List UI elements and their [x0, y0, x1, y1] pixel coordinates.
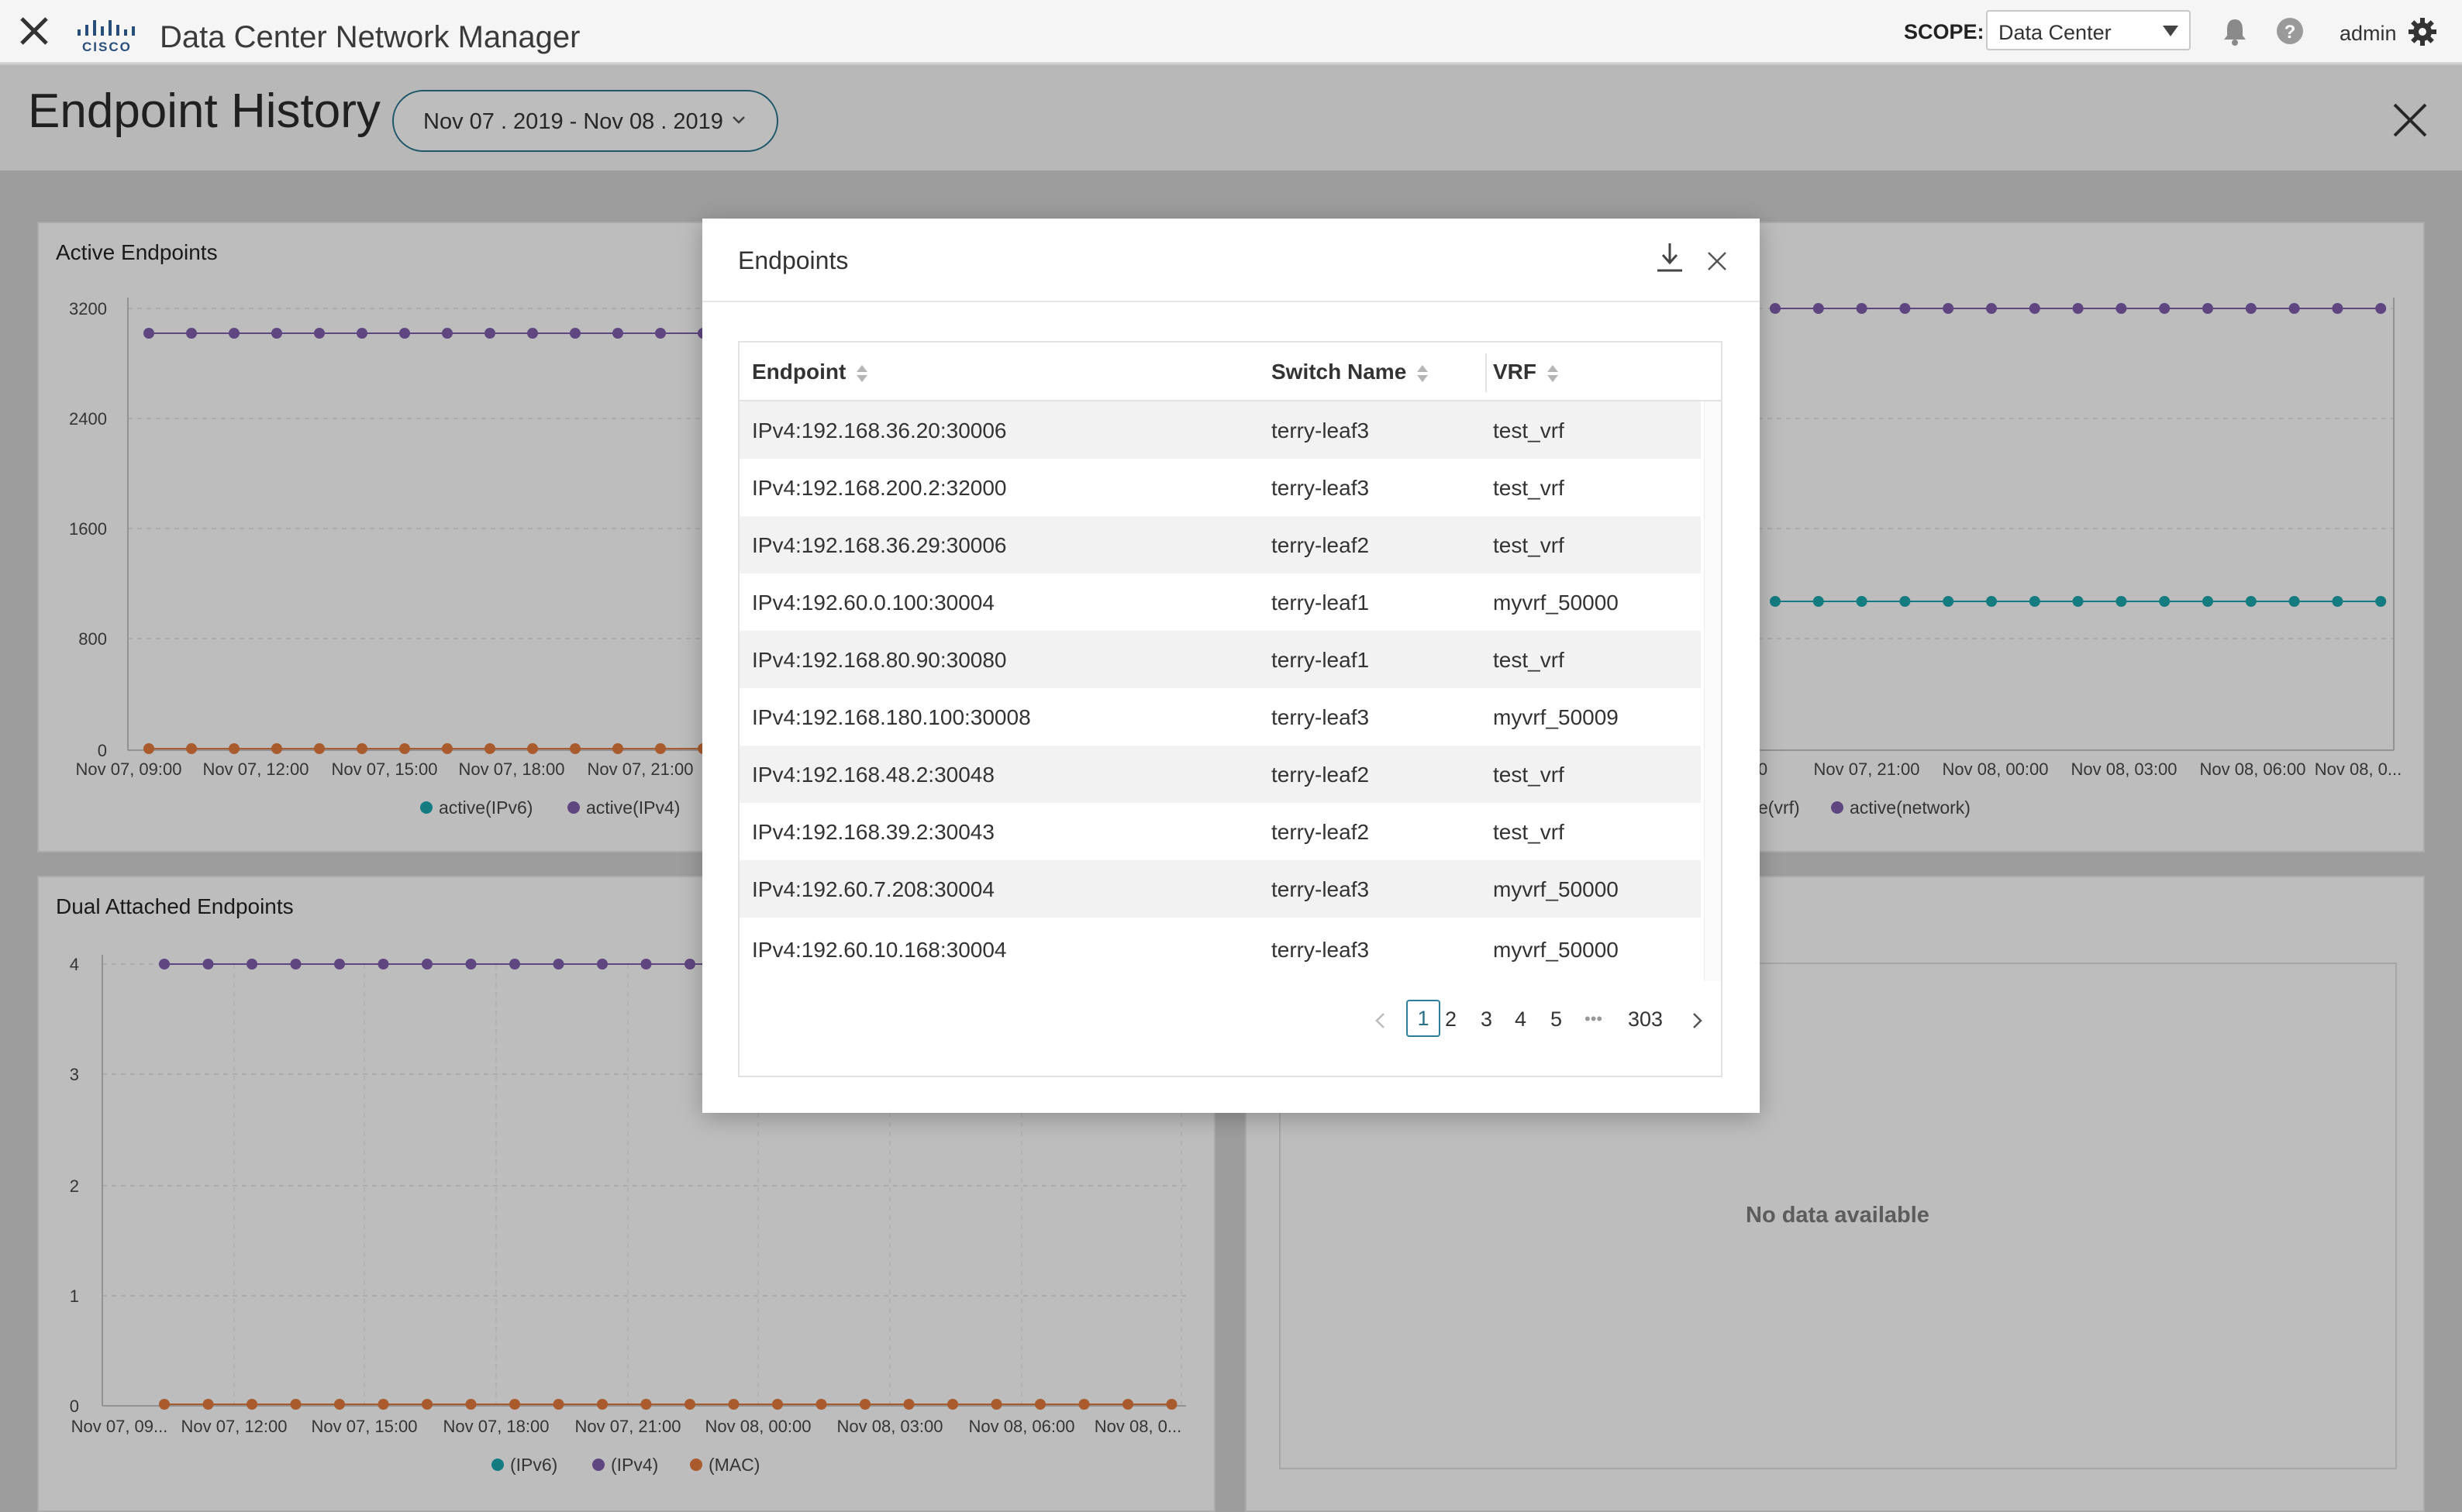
table-row[interactable]: IPv4:192.60.10.168:30004 terry-leaf3 myv… — [740, 918, 1701, 981]
column-label: VRF — [1493, 360, 1536, 384]
caret-down-icon — [2163, 26, 2178, 36]
cell-endpoint: IPv4:192.168.39.2:30043 — [752, 820, 995, 844]
column-label: Switch Name — [1271, 360, 1407, 384]
page-button-current[interactable]: 1 — [1406, 1000, 1440, 1037]
cell-vrf: test_vrf — [1493, 763, 1564, 787]
close-icon[interactable] — [1707, 251, 1727, 271]
gear-icon[interactable] — [2408, 17, 2437, 46]
table-row[interactable]: IPv4:192.60.7.208:30004 terry-leaf3 myvr… — [740, 860, 1701, 918]
column-header-vrf[interactable]: VRF — [1493, 360, 1558, 384]
pagination: 1 2 3 4 5 ••• 303 — [740, 1000, 1721, 1046]
cell-switch-name: terry-leaf3 — [1271, 476, 1370, 500]
table-row[interactable]: IPv4:192.168.36.20:30006 terry-leaf3 tes… — [740, 401, 1701, 459]
scope-label: SCOPE: — [1904, 20, 1984, 43]
sort-icon[interactable] — [1417, 363, 1429, 384]
svg-text:CISCO: CISCO — [82, 40, 132, 54]
table-row[interactable]: IPv4:192.168.80.90:30080 terry-leaf1 tes… — [740, 631, 1701, 688]
cell-switch-name: terry-leaf2 — [1271, 763, 1370, 787]
cell-vrf: test_vrf — [1493, 820, 1564, 844]
scope-select[interactable]: Data Center — [1986, 10, 2191, 50]
cell-endpoint: IPv4:192.60.0.100:30004 — [752, 591, 995, 615]
cell-endpoint: IPv4:192.168.80.90:30080 — [752, 648, 1007, 672]
cell-switch-name: terry-leaf3 — [1271, 705, 1370, 729]
sort-icon[interactable] — [857, 363, 868, 384]
table-row[interactable]: IPv4:192.168.36.29:30006 terry-leaf2 tes… — [740, 516, 1701, 573]
scope-value: Data Center — [1998, 21, 2112, 44]
cell-vrf: myvrf_50000 — [1493, 877, 1619, 901]
cell-vrf: myvrf_50000 — [1493, 591, 1619, 615]
cell-endpoint: IPv4:192.168.180.100:30008 — [752, 705, 1031, 729]
cell-switch-name: terry-leaf3 — [1271, 938, 1370, 962]
top-bar: CISCO Data Center Network Manager SCOPE:… — [0, 0, 2462, 64]
column-header-endpoint[interactable]: Endpoint — [752, 360, 868, 384]
cell-endpoint: IPv4:192.168.36.20:30006 — [752, 418, 1007, 443]
cell-switch-name: terry-leaf2 — [1271, 820, 1370, 844]
table-header: Endpoint Switch Name VRF — [740, 343, 1721, 401]
cisco-logo: CISCO — [78, 20, 135, 54]
close-icon[interactable] — [17, 14, 51, 48]
column-divider[interactable] — [1485, 353, 1487, 392]
cell-endpoint: IPv4:192.168.200.2:32000 — [752, 476, 1007, 500]
endpoints-table: Endpoint Switch Name VRF IPv4:192.168.36… — [738, 341, 1722, 1077]
modal-title: Endpoints — [738, 246, 849, 274]
page-button[interactable]: 3 — [1481, 1007, 1492, 1032]
cell-vrf: myvrf_50000 — [1493, 938, 1619, 962]
cell-vrf: test_vrf — [1493, 648, 1564, 672]
cell-endpoint: IPv4:192.60.7.208:30004 — [752, 877, 995, 901]
cell-switch-name: terry-leaf3 — [1271, 418, 1370, 443]
cell-switch-name: terry-leaf2 — [1271, 533, 1370, 557]
page-ellipsis[interactable]: ••• — [1584, 1009, 1602, 1029]
cell-switch-name: terry-leaf3 — [1271, 877, 1370, 901]
page-button-last[interactable]: 303 — [1628, 1007, 1663, 1032]
page-button[interactable]: 2 — [1445, 1007, 1457, 1032]
chevron-left-icon[interactable] — [1372, 1011, 1389, 1031]
cell-vrf: myvrf_50009 — [1493, 705, 1619, 729]
sort-icon[interactable] — [1547, 363, 1558, 384]
bell-icon[interactable] — [2222, 17, 2248, 46]
modal-header: Endpoints — [702, 219, 1760, 302]
table-row[interactable]: IPv4:192.168.200.2:32000 terry-leaf3 tes… — [740, 459, 1701, 516]
help-icon[interactable]: ? — [2276, 17, 2304, 45]
table-body: IPv4:192.168.36.20:30006 terry-leaf3 tes… — [740, 401, 1701, 981]
cell-endpoint: IPv4:192.60.10.168:30004 — [752, 938, 1007, 962]
table-scrollbar[interactable] — [1704, 401, 1721, 981]
page-button[interactable]: 5 — [1550, 1007, 1562, 1032]
endpoints-modal: Endpoints Endpoint Switch Name VRF IPv4:… — [702, 219, 1760, 1113]
user-name[interactable]: admin — [2340, 22, 2397, 46]
column-header-switch-name[interactable]: Switch Name — [1271, 360, 1429, 384]
page-button[interactable]: 4 — [1515, 1007, 1526, 1032]
cell-vrf: test_vrf — [1493, 476, 1564, 500]
table-row[interactable]: IPv4:192.60.0.100:30004 terry-leaf1 myvr… — [740, 573, 1701, 631]
cell-switch-name: terry-leaf1 — [1271, 591, 1370, 615]
cell-vrf: test_vrf — [1493, 418, 1564, 443]
cell-switch-name: terry-leaf1 — [1271, 648, 1370, 672]
cell-endpoint: IPv4:192.168.36.29:30006 — [752, 533, 1007, 557]
table-row[interactable]: IPv4:192.168.48.2:30048 terry-leaf2 test… — [740, 746, 1701, 803]
app-title: Data Center Network Manager — [160, 20, 581, 54]
table-row[interactable]: IPv4:192.168.180.100:30008 terry-leaf3 m… — [740, 688, 1701, 746]
table-row[interactable]: IPv4:192.168.39.2:30043 terry-leaf2 test… — [740, 803, 1701, 860]
svg-text:?: ? — [2284, 22, 2296, 43]
cell-vrf: test_vrf — [1493, 533, 1564, 557]
column-label: Endpoint — [752, 360, 847, 384]
cell-endpoint: IPv4:192.168.48.2:30048 — [752, 763, 995, 787]
chevron-right-icon[interactable] — [1688, 1011, 1705, 1031]
download-icon[interactable] — [1656, 242, 1684, 274]
